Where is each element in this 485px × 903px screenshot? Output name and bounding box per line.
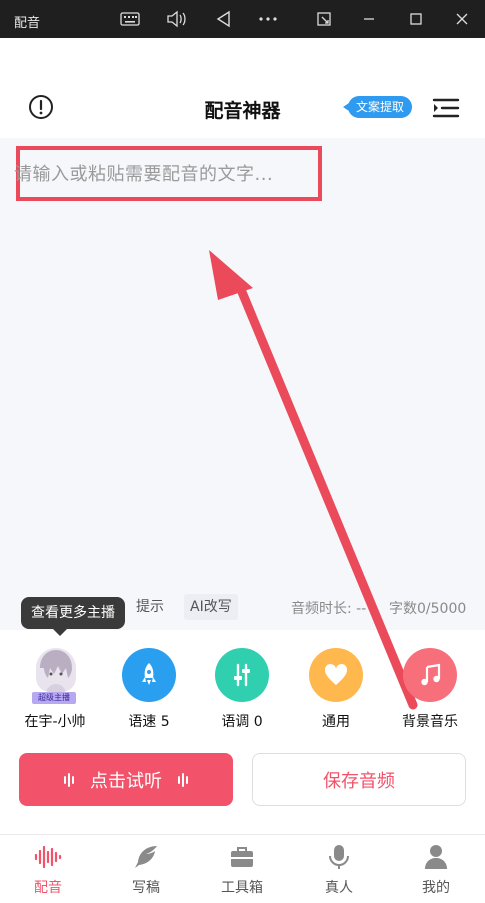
save-audio-button[interactable]: 保存音频 — [252, 753, 466, 806]
speed-label: 语速 5 — [128, 714, 170, 730]
tab-label: 我的 — [422, 880, 450, 896]
music-note-icon — [403, 648, 457, 702]
text-input-placeholder[interactable]: 请输入或粘贴需要配音的文字... — [14, 160, 273, 186]
tab-dubbing[interactable]: 配音 — [8, 843, 88, 897]
text-extract-button[interactable]: 文案提取 — [342, 96, 413, 118]
anchor-name: 在宇-小帅 — [24, 714, 86, 730]
text-editor[interactable]: 请输入或粘贴需要配音的文字... 提示 AI改写 音频时长: -- 字数0/50… — [0, 138, 485, 630]
close-icon[interactable] — [448, 6, 476, 32]
equalizer-icon — [215, 648, 269, 702]
ai-rewrite-button[interactable]: AI改写 — [184, 594, 238, 620]
waveform-right-icon — [178, 772, 188, 787]
more-icon[interactable] — [254, 6, 282, 32]
bgm-label: 背景音乐 — [402, 714, 458, 730]
app-window: 配音 配音神器 文案提取 请输入或粘贴需要配音的文字... 提示 AI改写 音频… — [0, 0, 485, 903]
tab-label: 写稿 — [132, 880, 160, 896]
bgm-selector[interactable]: 背景音乐 — [385, 648, 475, 731]
feather-icon — [106, 843, 186, 871]
anchor-badge: 超级主播 — [32, 692, 76, 704]
tab-human-voice[interactable]: 真人 — [299, 843, 379, 897]
annotation-highlight-box: 请输入或粘贴需要配音的文字... — [14, 146, 322, 201]
heart-icon — [309, 648, 363, 702]
tab-writing[interactable]: 写稿 — [106, 843, 186, 897]
microphone-icon — [299, 843, 379, 871]
minimize-icon[interactable] — [355, 6, 383, 32]
preview-listen-label: 点击试听 — [90, 770, 162, 792]
window-title-bar: 配音 — [0, 0, 485, 38]
page-title: 配音神器 — [204, 100, 281, 122]
screenshot-icon[interactable] — [310, 6, 338, 32]
menu-icon[interactable] — [432, 96, 460, 120]
back-icon[interactable] — [210, 6, 238, 32]
pitch-label: 语调 0 — [221, 714, 263, 730]
speed-selector[interactable]: 语速 5 — [104, 648, 194, 731]
bottom-nav: 配音 写稿 工具箱 真人 我的 — [0, 834, 485, 903]
more-anchors-tooltip[interactable]: 查看更多主播 — [21, 597, 125, 636]
tab-profile[interactable]: 我的 — [396, 843, 476, 897]
anchor-selector[interactable]: 超级主播 在宇-小帅 — [10, 648, 100, 731]
style-label: 通用 — [322, 714, 350, 730]
rocket-icon — [122, 648, 176, 702]
preview-listen-button[interactable]: 点击试听 — [19, 753, 233, 806]
window-title: 配音 — [14, 16, 41, 31]
hint-button[interactable]: 提示 — [130, 594, 170, 620]
voice-options: 超级主播 在宇-小帅 语速 5 语调 0 通用 背景音乐 — [0, 640, 485, 740]
style-selector[interactable]: 通用 — [291, 648, 381, 731]
audio-duration: 音频时长: -- — [291, 601, 367, 617]
tab-label: 配音 — [34, 880, 62, 896]
tab-label: 真人 — [325, 880, 353, 896]
tab-label: 工具箱 — [221, 880, 263, 896]
pitch-selector[interactable]: 语调 0 — [197, 648, 287, 731]
tab-toolbox[interactable]: 工具箱 — [202, 843, 282, 897]
user-icon — [396, 843, 476, 871]
keyboard-icon[interactable] — [116, 6, 144, 32]
avatar: 超级主播 — [28, 648, 82, 704]
maximize-icon[interactable] — [402, 6, 430, 32]
char-count: 字数0/5000 — [389, 601, 467, 617]
toolbox-icon — [202, 843, 282, 871]
waveform-icon — [8, 843, 88, 871]
volume-icon[interactable] — [163, 6, 191, 32]
app-header: 配音神器 文案提取 — [0, 38, 485, 138]
waveform-left-icon — [64, 772, 74, 787]
